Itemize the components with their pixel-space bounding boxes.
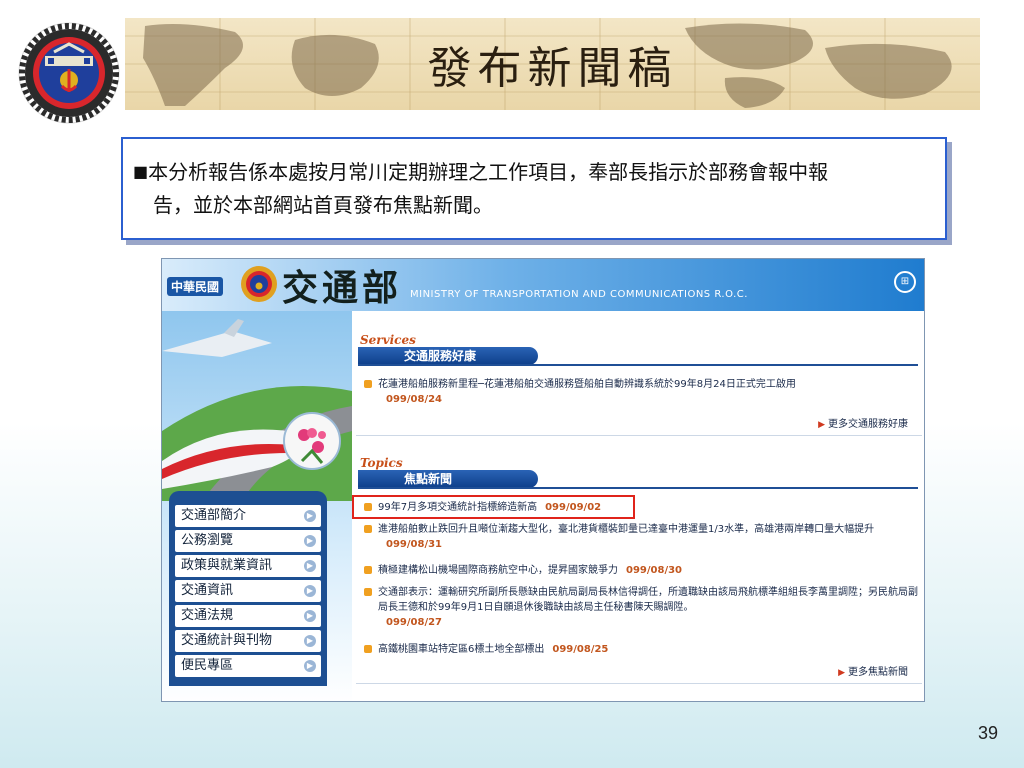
summary-text-box: ■本分析報告係本處按月常川定期辦理之工作項目，奉部長指示於部務會報中報 告，並於…: [121, 137, 947, 240]
site-name: 交通部: [282, 267, 403, 309]
services-english-label: Services: [360, 333, 416, 347]
bullet-icon: [364, 380, 372, 388]
menu-item-public-services[interactable]: 便民專區 ▶: [175, 655, 321, 677]
menu-item-transport-info[interactable]: 交通資訊 ▶: [175, 580, 321, 602]
ministry-emblem-logo: [18, 22, 120, 124]
menu-item-label: 便民專區: [181, 658, 234, 673]
more-topics-link[interactable]: ▶ 更多焦點新聞: [838, 663, 908, 678]
arrow-circle-icon: ▶: [304, 560, 316, 572]
summary-text-2: 告，並於本部網站首頁發布焦點新聞。: [153, 193, 493, 217]
section-rule: [358, 364, 918, 366]
hero-illustration: [162, 319, 352, 501]
site-main-content: Services 交通服務好康 花蓮港船舶服務新里程─花蓮港船舶交通服務暨船舶自…: [352, 311, 924, 701]
menu-item-label: 交通部簡介: [181, 508, 247, 523]
arrow-circle-icon: ▶: [304, 635, 316, 647]
topics-news-item[interactable]: 交通部表示：運輸研究所副所長懸缺由民航局副局長林信得調任，所遺職缺由該局飛航標準…: [364, 585, 920, 630]
news-date: 099/08/30: [626, 565, 683, 576]
arrow-circle-icon: ▶: [304, 535, 316, 547]
site-side-menu: 交通部簡介 ▶ 公務瀏覽 ▶ 政策與就業資訊 ▶ 交通資訊 ▶ 交通法規 ▶ 交通統計與刊…: [169, 491, 327, 686]
square-bullet-icon: ■: [133, 162, 149, 181]
news-date: 099/08/24: [386, 394, 443, 405]
bullet-icon: [364, 566, 372, 574]
site-english-name: MINISTRY OF TRANSPORTATION AND COMMUNICA…: [410, 289, 748, 300]
news-title: 進港船舶數止跌回升且噸位漸趨大型化，臺北港貨櫃裝卸量已達臺中港運量1/3水準，高…: [378, 524, 875, 535]
highlight-box: [352, 495, 635, 519]
news-title: 花蓮港船舶服務新里程─花蓮港船舶交通服務暨船舶自動辨識系統於99年8月24日正式…: [378, 379, 796, 390]
section-divider: [356, 435, 922, 436]
bullet-icon: [364, 645, 372, 653]
page-number: 39: [977, 723, 998, 743]
more-services-link[interactable]: ▶ 更多交通服務好康: [818, 415, 908, 430]
site-header: 中華民國 交通部 MINISTRY OF TRANSPORTATION AND …: [162, 259, 924, 311]
menu-item-label: 交通資訊: [181, 583, 234, 598]
news-title: 交通部表示：運輸研究所副所長懸缺由民航局副局長林信得調任，所遺職缺由該局飛航標準…: [378, 587, 918, 613]
menu-item-public-affairs[interactable]: 公務瀏覽 ▶: [175, 530, 321, 552]
bullet-icon: [364, 588, 372, 596]
title-banner: 發布新聞稿: [125, 18, 980, 110]
sitemap-icon[interactable]: ⊞: [894, 271, 916, 293]
menu-item-label: 政策與就業資訊: [181, 558, 273, 573]
topics-news-item[interactable]: 高鐵桃園車站特定區6標土地全部標出 099/08/25: [364, 642, 920, 657]
news-title: 積極建構松山機場國際商務航空中心，提昇國家競爭力: [378, 565, 618, 576]
news-date: 099/08/27: [386, 617, 443, 628]
menu-item-regulations[interactable]: 交通法規 ▶: [175, 605, 321, 627]
roc-tag: 中華民國: [167, 277, 224, 296]
menu-item-label: 交通法規: [181, 608, 234, 623]
more-services-label: 更多交通服務好康: [828, 419, 908, 430]
menu-item-about[interactable]: 交通部簡介 ▶: [175, 505, 321, 527]
menu-item-label: 公務瀏覽: [181, 533, 234, 548]
news-date: 099/08/31: [386, 539, 443, 550]
summary-line-1: ■本分析報告係本處按月常川定期辦理之工作項目，奉部長指示於部務會報中報: [133, 155, 935, 189]
news-date: 099/08/25: [552, 644, 609, 655]
menu-item-label: 交通統計與刊物: [181, 633, 273, 648]
menu-item-statistics[interactable]: 交通統計與刊物 ▶: [175, 630, 321, 652]
ministry-website-screenshot: 中華民國 交通部 MINISTRY OF TRANSPORTATION AND …: [161, 258, 925, 702]
topics-news-item[interactable]: 進港船舶數止跌回升且噸位漸趨大型化，臺北港貨櫃裝卸量已達臺中港運量1/3水準，高…: [364, 522, 920, 552]
services-news-item[interactable]: 花蓮港船舶服務新里程─花蓮港船舶交通服務暨船舶自動辨識系統於99年8月24日正式…: [364, 377, 920, 407]
arrow-circle-icon: ▶: [304, 610, 316, 622]
section-rule: [358, 487, 918, 489]
menu-item-policy-jobs[interactable]: 政策與就業資訊 ▶: [175, 555, 321, 577]
double-arrow-icon: ▶: [838, 668, 845, 678]
more-topics-label: 更多焦點新聞: [848, 667, 908, 678]
arrow-circle-icon: ▶: [304, 585, 316, 597]
summary-text-1: 本分析報告係本處按月常川定期辦理之工作項目，奉部長指示於部務會報中報: [148, 160, 829, 184]
topics-title: 焦點新聞: [358, 470, 538, 488]
section-divider: [356, 683, 922, 684]
services-title: 交通服務好康: [358, 347, 538, 365]
bullet-icon: [364, 525, 372, 533]
arrow-circle-icon: ▶: [304, 660, 316, 672]
topics-section-header: Topics 焦點新聞: [358, 456, 918, 496]
services-section-header: Services 交通服務好康: [358, 333, 918, 373]
site-seal-icon: [240, 265, 278, 303]
topics-news-item[interactable]: 積極建構松山機場國際商務航空中心，提昇國家競爭力 099/08/30: [364, 563, 920, 578]
topics-english-label: Topics: [360, 456, 403, 470]
news-title: 高鐵桃園車站特定區6標土地全部標出: [378, 644, 545, 655]
double-arrow-icon: ▶: [818, 420, 825, 430]
slide-title: 發布新聞稿: [427, 43, 678, 94]
arrow-circle-icon: ▶: [304, 510, 316, 522]
